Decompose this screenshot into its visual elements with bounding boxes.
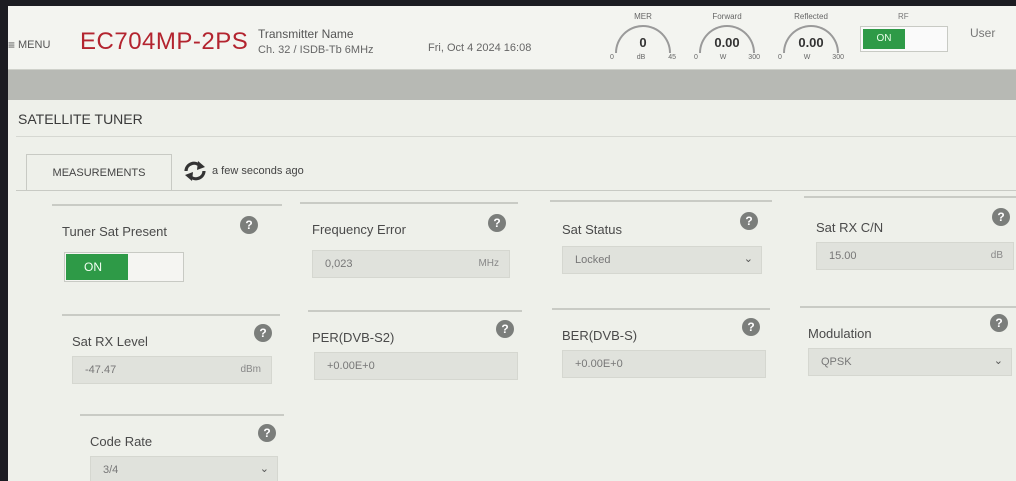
toggle-on: ON xyxy=(66,254,128,280)
gauge-arc: 0.00 xyxy=(783,25,839,53)
gauge-max: 300 xyxy=(748,54,760,61)
rf-label: RF xyxy=(898,12,909,21)
card-modulation: Modulation ? QPSK ⌄ xyxy=(800,306,1016,386)
user-menu[interactable]: User xyxy=(970,26,995,40)
card-sat-rx-level: Sat RX Level ? -47.47 dBm xyxy=(62,314,280,394)
card-label: Frequency Error xyxy=(312,222,406,237)
sat-status-select[interactable]: Locked ⌄ xyxy=(562,246,762,274)
gauge-min: 0 xyxy=(778,54,782,61)
menu-button[interactable]: ≡ MENU xyxy=(8,39,50,51)
help-icon[interactable]: ? xyxy=(740,212,758,230)
card-per: PER(DVB-S2) ? +0.00E+0 xyxy=(308,310,522,390)
refresh-time: a few seconds ago xyxy=(212,165,304,177)
ber-field: +0.00E+0 xyxy=(562,350,766,378)
gauge-label: Forward xyxy=(712,12,742,21)
forward-gauge: Forward 0.00 0 W 300 xyxy=(692,12,762,68)
card-label: Sat Status xyxy=(562,222,622,237)
help-icon[interactable]: ? xyxy=(240,216,258,234)
toolbar-strip xyxy=(8,70,1016,100)
gauge-max: 45 xyxy=(668,54,676,61)
field-value: Locked xyxy=(575,254,611,266)
top-header: ≡ MENU EC704MP-2PS Transmitter Name Ch. … xyxy=(8,6,1016,70)
card-label: Modulation xyxy=(808,326,872,341)
card-sat-status: Sat Status ? Locked ⌄ xyxy=(550,200,772,280)
rf-toggle-on: ON xyxy=(863,29,905,49)
hamburger-icon: ≡ xyxy=(8,38,16,52)
gauge-arc: 0 xyxy=(615,25,671,53)
card-label: PER(DVB-S2) xyxy=(312,330,395,345)
help-icon[interactable]: ? xyxy=(258,424,276,442)
field-unit: dB xyxy=(990,250,1003,261)
help-icon[interactable]: ? xyxy=(496,320,514,338)
refresh-status: a few seconds ago xyxy=(180,160,304,182)
divider xyxy=(16,136,1016,137)
sat-rx-cn-field: 15.00 dB xyxy=(816,242,1014,270)
chevron-down-icon: ⌄ xyxy=(743,253,753,265)
reflected-gauge: Reflected 0.00 0 W 300 xyxy=(776,12,846,68)
help-icon[interactable]: ? xyxy=(254,324,272,342)
page-title: SATELLITE TUNER xyxy=(18,111,143,127)
menu-label: MENU xyxy=(18,39,51,51)
field-value: QPSK xyxy=(821,356,852,368)
card-frequency-error: Frequency Error ? 0,023 MHz xyxy=(300,202,518,282)
chevron-down-icon: ⌄ xyxy=(259,463,269,475)
card-label: Tuner Sat Present xyxy=(62,224,168,239)
field-unit: dBm xyxy=(240,364,261,375)
gauge-unit: W xyxy=(803,54,811,61)
gauge-arc: 0.00 xyxy=(699,25,755,53)
card-label: Sat RX Level xyxy=(72,334,148,349)
gauge-min: 0 xyxy=(694,54,698,61)
rf-toggle[interactable]: ON xyxy=(860,26,948,52)
screen: ≡ MENU EC704MP-2PS Transmitter Name Ch. … xyxy=(8,6,1016,481)
tab-measurements[interactable]: MEASUREMENTS xyxy=(26,154,172,190)
field-value: +0.00E+0 xyxy=(327,360,375,372)
chevron-down-icon: ⌄ xyxy=(993,355,1003,367)
field-value: 3/4 xyxy=(103,464,119,476)
per-field: +0.00E+0 xyxy=(314,352,518,380)
help-icon[interactable]: ? xyxy=(990,314,1008,332)
gauge-value: 0 xyxy=(639,35,647,50)
help-icon[interactable]: ? xyxy=(742,318,760,336)
card-label: Sat RX C/N xyxy=(816,220,884,235)
tab-divider xyxy=(16,190,1016,191)
refresh-icon[interactable] xyxy=(180,160,210,182)
modulation-select[interactable]: QPSK ⌄ xyxy=(808,348,1012,376)
gauge-unit: W xyxy=(719,54,727,61)
card-sat-rx-cn: Sat RX C/N ? 15.00 dB xyxy=(804,196,1016,276)
gauge-max: 300 xyxy=(832,54,844,61)
field-value: 15.00 xyxy=(829,250,857,262)
gauge-value: 0.00 xyxy=(798,35,824,50)
help-icon[interactable]: ? xyxy=(992,208,1010,226)
gauge-label: MER xyxy=(634,12,652,21)
card-code-rate: Code Rate ? 3/4 ⌄ xyxy=(80,414,284,481)
transmitter-name: Transmitter Name xyxy=(258,27,354,41)
card-tuner-sat-present: Tuner Sat Present ? ON xyxy=(52,204,282,284)
field-value: 0,023 xyxy=(325,258,353,270)
code-rate-select[interactable]: 3/4 ⌄ xyxy=(90,456,278,481)
help-icon[interactable]: ? xyxy=(488,214,506,232)
gauge-min: 0 xyxy=(610,54,614,61)
datetime: Fri, Oct 4 2024 16:08 xyxy=(428,42,532,54)
frequency-error-field: 0,023 MHz xyxy=(312,250,510,278)
card-label: Code Rate xyxy=(90,434,153,449)
field-value: +0.00E+0 xyxy=(575,358,623,370)
gauge-unit: dB xyxy=(636,54,646,61)
device-model: EC704MP-2PS xyxy=(80,28,249,55)
card-label: BER(DVB-S) xyxy=(562,328,638,343)
field-value: -47.47 xyxy=(85,364,117,376)
tuner-sat-toggle[interactable]: ON xyxy=(64,252,184,282)
gauge-value: 0.00 xyxy=(714,35,740,50)
sat-rx-level-field: -47.47 dBm xyxy=(72,356,272,384)
field-unit: MHz xyxy=(478,258,499,269)
channel-info: Ch. 32 / ISDB-Tb 6MHz xyxy=(258,44,374,56)
gauge-label: Reflected xyxy=(794,12,828,21)
mer-gauge: MER 0 0 dB 45 xyxy=(608,12,678,68)
card-ber: BER(DVB-S) ? +0.00E+0 xyxy=(552,308,770,388)
